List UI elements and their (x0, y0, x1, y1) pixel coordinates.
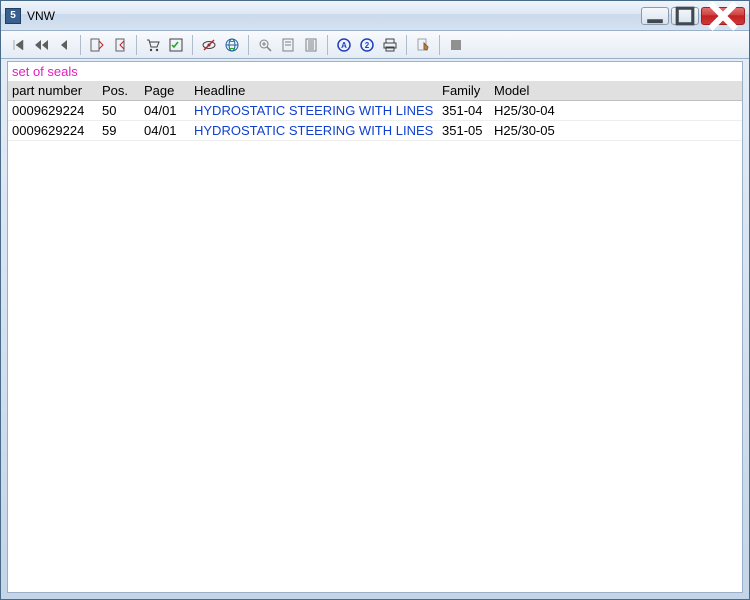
minimize-button[interactable] (641, 7, 669, 25)
globe-icon (224, 37, 240, 53)
cell-family: 351-05 (438, 121, 490, 141)
zoom-icon (257, 37, 273, 53)
toolbar-separator (80, 35, 81, 55)
cell-headline[interactable]: HYDROSTATIC STEERING WITH LINES (190, 121, 438, 141)
cell-model: H25/30-05 (490, 121, 742, 141)
nav-prev-icon (56, 37, 72, 53)
eye-off-button[interactable] (198, 34, 220, 56)
titlebar[interactable]: 5 VNW (1, 1, 749, 31)
cell-part-number: 0009629224 (8, 101, 98, 121)
nav-rewind-icon (33, 37, 49, 53)
table-header-row: part number Pos. Page Headline Family Mo… (8, 81, 742, 101)
toolbar-separator (406, 35, 407, 55)
col-pos[interactable]: Pos. (98, 81, 140, 101)
content-area: set of seals part number Pos. Page Headl… (7, 61, 743, 593)
page-button[interactable] (277, 34, 299, 56)
col-part-number[interactable]: part number (8, 81, 98, 101)
bookmarks-open-button[interactable] (86, 34, 108, 56)
eye-off-icon (201, 37, 217, 53)
cell-page: 04/01 (140, 101, 190, 121)
cart-icon (145, 37, 161, 53)
col-page[interactable]: Page (140, 81, 190, 101)
maximize-button[interactable] (671, 7, 699, 25)
col-headline[interactable]: Headline (190, 81, 438, 101)
arrow-2-icon: 2 (359, 37, 375, 53)
close-button[interactable] (701, 7, 745, 25)
cell-headline[interactable]: HYDROSTATIC STEERING WITH LINES (190, 101, 438, 121)
bookmark-add-icon (112, 37, 128, 53)
cell-family: 351-04 (438, 101, 490, 121)
toolbar-separator (248, 35, 249, 55)
stop-button[interactable] (445, 34, 467, 56)
table-row[interactable]: 0009629224 50 04/01 HYDROSTATIC STEERING… (8, 101, 742, 121)
arrow-a-icon: A (336, 37, 352, 53)
col-family[interactable]: Family (438, 81, 490, 101)
app-window: 5 VNW A 2 (0, 0, 750, 600)
svg-text:2: 2 (365, 41, 370, 50)
col-model[interactable]: Model (490, 81, 742, 101)
page-dense-icon (303, 37, 319, 53)
checklist-icon (168, 37, 184, 53)
results-table: part number Pos. Page Headline Family Mo… (8, 81, 742, 141)
cell-part-number: 0009629224 (8, 121, 98, 141)
bookmark-add-button[interactable] (109, 34, 131, 56)
section-title: set of seals (8, 62, 742, 81)
bookmarks-open-icon (89, 37, 105, 53)
arrow-2-button[interactable]: 2 (356, 34, 378, 56)
globe-button[interactable] (221, 34, 243, 56)
nav-first-icon (10, 37, 26, 53)
table-row[interactable]: 0009629224 59 04/01 HYDROSTATIC STEERING… (8, 121, 742, 141)
svg-text:A: A (341, 41, 347, 50)
toolbar-separator (439, 35, 440, 55)
stop-icon (448, 37, 464, 53)
cart-button[interactable] (142, 34, 164, 56)
checklist-button[interactable] (165, 34, 187, 56)
print-icon (382, 37, 398, 53)
nav-prev-button[interactable] (53, 34, 75, 56)
toolbar-separator (192, 35, 193, 55)
edit-icon (415, 37, 431, 53)
cell-pos: 50 (98, 101, 140, 121)
minimize-icon (642, 3, 668, 29)
app-icon: 5 (5, 8, 21, 24)
arrow-a-button[interactable]: A (333, 34, 355, 56)
toolbar-separator (327, 35, 328, 55)
print-button[interactable] (379, 34, 401, 56)
window-title: VNW (27, 9, 641, 23)
cell-page: 04/01 (140, 121, 190, 141)
nav-first-button[interactable] (7, 34, 29, 56)
cell-model: H25/30-04 (490, 101, 742, 121)
cell-pos: 59 (98, 121, 140, 141)
toolbar: A 2 (1, 31, 749, 59)
page-dense-button[interactable] (300, 34, 322, 56)
edit-button[interactable] (412, 34, 434, 56)
window-controls (641, 7, 745, 25)
maximize-icon (672, 3, 698, 29)
zoom-button[interactable] (254, 34, 276, 56)
toolbar-separator (136, 35, 137, 55)
page-icon (280, 37, 296, 53)
nav-rewind-button[interactable] (30, 34, 52, 56)
